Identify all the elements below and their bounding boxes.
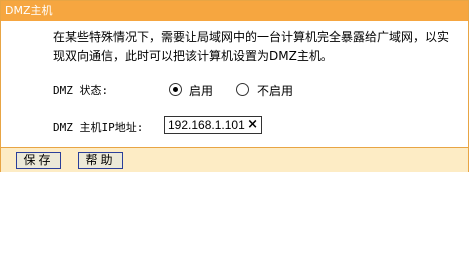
panel-title-bar: DMZ主机 — [1, 1, 468, 21]
help-button[interactable]: 帮助 — [78, 152, 123, 169]
button-bar: 保存 帮助 — [1, 147, 468, 172]
dmz-description: 在某些特殊情况下，需要让局域网中的一台计算机完全暴露给广域网，以实现双向通信，此… — [53, 30, 450, 63]
save-button[interactable]: 保存 — [16, 152, 61, 169]
dmz-disable-label[interactable]: 不启用 — [257, 82, 293, 99]
dmz-host-ip-label: DMZ 主机IP地址: — [53, 121, 144, 134]
panel-title: DMZ主机 — [5, 4, 53, 17]
dmz-host-ip-input[interactable]: 192.168.1.101 × — [164, 116, 262, 134]
dmz-host-ip-value: 192.168.1.101 — [168, 118, 245, 132]
dmz-panel: DMZ主机 在某些特殊情况下，需要让局域网中的一台计算机完全暴露给广域网，以实现… — [0, 0, 469, 172]
dmz-enable-label[interactable]: 启用 — [189, 82, 213, 99]
dmz-enable-radio[interactable] — [169, 83, 182, 96]
dmz-status-label: DMZ 状态: — [53, 84, 109, 97]
dmz-disable-radio[interactable] — [236, 83, 249, 96]
clear-icon[interactable]: × — [247, 117, 258, 133]
